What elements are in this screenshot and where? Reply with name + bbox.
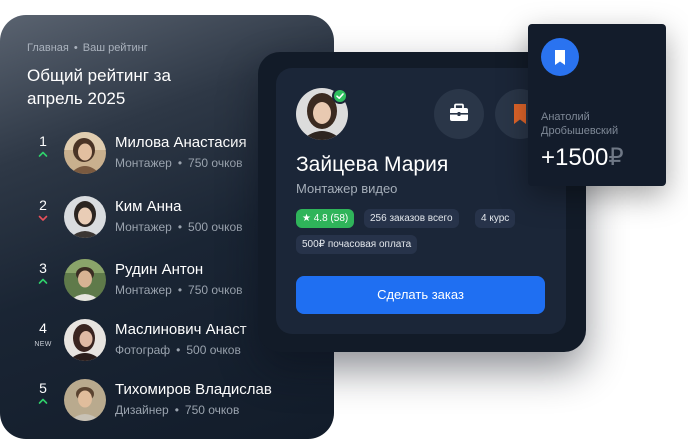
avatar — [64, 196, 106, 238]
breadcrumb-current: Ваш рейтинг — [82, 42, 148, 54]
bookmark-icon — [555, 50, 565, 65]
meta-separator: • — [177, 283, 183, 297]
portfolio-button[interactable] — [434, 89, 484, 139]
rank-role: Дизайнер — [115, 403, 169, 417]
payment-icon — [541, 38, 579, 76]
rank-meta: Дизайнер • 750 очков — [115, 403, 239, 417]
payment-currency: ₽ — [608, 144, 624, 171]
rate-badge: 500₽ почасовая оплата — [296, 235, 418, 254]
rank-name: Ким Анна — [115, 198, 182, 215]
chevron-up-icon — [28, 277, 58, 285]
briefcase-icon — [450, 103, 468, 121]
avatar — [64, 132, 106, 174]
rank-number: 4 — [39, 320, 47, 336]
rank-role: Монтажер — [115, 220, 172, 234]
rank-number: 3 — [39, 260, 47, 276]
chevron-up-icon — [28, 150, 58, 158]
rank-points: 750 очков — [188, 156, 243, 170]
profile-name: Зайцева Мария — [296, 153, 449, 176]
verified-badge — [332, 88, 348, 104]
avatar — [64, 259, 106, 301]
rank-role: Монтажер — [115, 283, 172, 297]
rank-points: 500 очков — [186, 343, 241, 357]
payment-amount: +1500₽ — [541, 143, 624, 172]
rank-role: Фотограф — [115, 343, 171, 357]
avatar — [64, 379, 106, 421]
page-title: Общий рейтинг за апрель 2025 — [27, 66, 171, 108]
orders-badge: 256 заказов всего — [364, 209, 459, 228]
rank-name: Тихомиров Владислав — [115, 381, 272, 398]
check-icon — [336, 93, 344, 99]
rank-meta: Монтажер • 500 очков — [115, 220, 243, 234]
meta-separator: • — [177, 156, 183, 170]
chevron-down-icon — [28, 214, 58, 222]
rank-name: Рудин Антон — [115, 261, 204, 278]
breadcrumb: Главная • Ваш рейтинг — [27, 42, 148, 54]
rank-points: 750 очков — [184, 403, 240, 417]
rank-points: 750 очков — [188, 283, 243, 297]
meta-separator: • — [174, 403, 179, 417]
rank-number: 5 — [39, 380, 47, 396]
rank-name: Милова Анастасия — [115, 134, 247, 151]
new-badge: NEW — [34, 341, 52, 348]
rank-meta: Монтажер • 750 очков — [115, 156, 243, 170]
breadcrumb-home[interactable]: Главная — [27, 42, 69, 54]
rank-meta: Фотограф • 500 очков — [115, 343, 241, 357]
rank-points: 500 очков — [188, 220, 243, 234]
chevron-up-icon — [28, 397, 58, 405]
star-icon: ★ — [302, 213, 314, 224]
avatar — [64, 319, 106, 361]
course-badge: 4 курс — [475, 209, 516, 228]
payment-sender: Анатолий Дробышевский — [541, 111, 619, 137]
place-order-button[interactable]: Сделать заказ — [296, 276, 545, 314]
rank-number: 2 — [39, 197, 47, 213]
meta-separator: • — [177, 220, 183, 234]
payment-value: +1500 — [541, 144, 609, 171]
rank-name: Маслинович Анаст — [115, 321, 247, 338]
rating-badge: ★ 4.8 (58) — [296, 209, 355, 228]
rank-meta: Монтажер • 750 очков — [115, 283, 243, 297]
meta-separator: • — [176, 343, 181, 357]
breadcrumb-separator: • — [73, 42, 78, 54]
rank-role: Монтажер — [115, 156, 172, 170]
ranking-row[interactable]: 5 Тихомиров Владислав Дизайнер • 750 очков — [0, 375, 334, 425]
profile-role: Монтажер видео — [296, 181, 398, 196]
rank-number: 1 — [39, 133, 47, 149]
rating-value: 4.8 (58) — [313, 213, 349, 224]
